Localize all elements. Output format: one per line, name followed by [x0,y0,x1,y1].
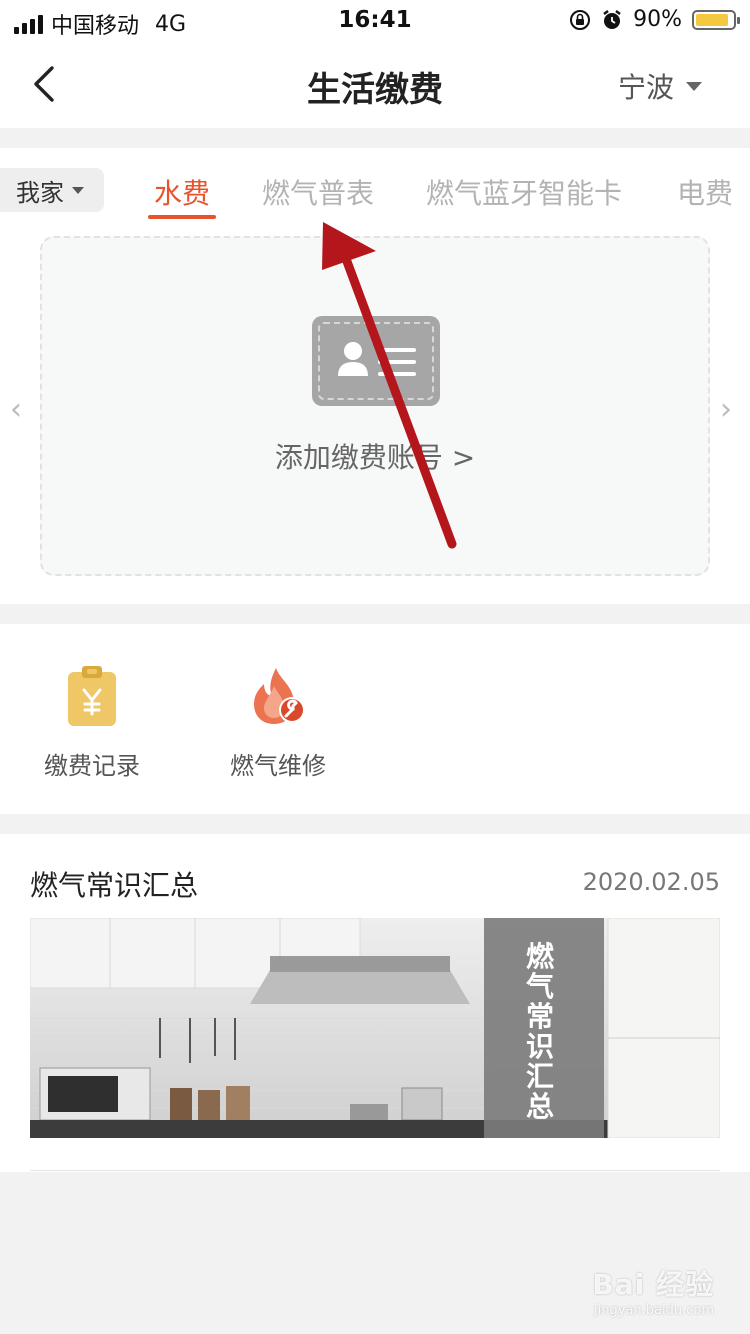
gas-repair-icon [254,668,305,724]
article-card[interactable]: 燃气常识汇总 2020.02.05 燃气常识汇总 [0,834,750,1172]
group-label: 我家 [16,178,64,207]
add-account-card[interactable]: 添加缴费账号 > [40,236,710,576]
article-date: 2020.02.05 [582,868,720,896]
tab-electricity[interactable]: 电费 [677,172,733,212]
divider [30,1170,720,1171]
city-label: 宁波 [617,71,674,104]
add-account-link[interactable]: 添加缴费账号 > [42,436,708,476]
shortcut-label: 缴费记录 [44,752,140,780]
chevron-left-icon[interactable]: ‹ [10,392,22,427]
shortcut-grid: 缴费记录 燃气维修 [0,624,750,814]
payment-record-icon [68,666,116,726]
chevron-down-icon [686,81,702,91]
watermark-brand: Bai 经验 [592,1268,714,1301]
city-selector[interactable]: 宁波 [618,66,702,106]
shortcut-payment-record[interactable]: 缴费记录 [22,664,162,781]
chevron-down-icon [72,186,84,194]
watermark-url: jingyan.baidu.com [594,1303,714,1318]
shortcut-gas-repair[interactable]: 燃气维修 [208,664,348,781]
article-image[interactable]: 燃气常识汇总 [30,918,720,1138]
article-image-caption: 燃气常识汇总 [525,940,554,1123]
active-tab-indicator [148,215,216,219]
nav-bar: 生活缴费 宁波 [0,40,750,128]
chevron-right-icon[interactable]: › [720,392,732,427]
alarm-icon [603,9,621,29]
watermark: Bai 经验 jingyan.baidu.com [592,1263,714,1318]
article-title[interactable]: 燃气常识汇总 [30,864,198,904]
utility-section: 我家 水费 燃气普表 燃气蓝牙智能卡 电费 ‹ › 添加缴费账号 > [0,148,750,604]
battery-percent: 90% [633,7,682,32]
group-selector[interactable]: 我家 [0,168,104,212]
battery-icon [692,9,740,30]
tab-gas-meter[interactable]: 燃气普表 [262,172,374,212]
shortcut-label: 燃气维修 [230,752,326,780]
tab-gas-bluetooth-card[interactable]: 燃气蓝牙智能卡 [426,172,622,212]
status-bar: 中国移动 4G 16:41 90% [0,0,750,40]
id-card-icon [312,316,440,406]
tab-water[interactable]: 水费 [154,172,210,212]
rotation-lock-icon [570,9,591,30]
